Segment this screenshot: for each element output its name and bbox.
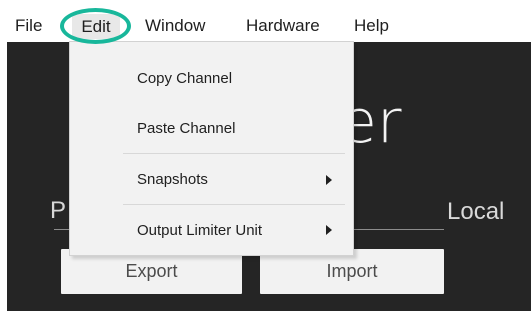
menu-separator [123,204,345,205]
menu-bar: File Edit Window Hardware Help [0,0,531,42]
menu-file[interactable]: File [15,15,42,37]
app-screen: File Edit Window Hardware Help er P Loca… [0,0,531,311]
menu-window[interactable]: Window [145,15,205,37]
paste-channel-menu-item[interactable]: Paste Channel [137,119,235,139]
chevron-right-icon [326,175,332,185]
menu-help[interactable]: Help [354,15,389,37]
copy-channel-menu-item[interactable]: Copy Channel [137,69,232,89]
menu-separator [123,153,345,154]
menu-hardware[interactable]: Hardware [246,15,320,37]
output-limiter-unit-menu-item[interactable]: Output Limiter Unit [137,221,262,241]
left-tab-fragment: P [50,197,67,224]
chevron-right-icon [326,225,332,235]
edit-dropdown-menu: Copy Channel Paste Channel Snapshots Out… [69,41,354,256]
local-tab[interactable]: Local [447,198,504,226]
menu-edit[interactable]: Edit [72,14,120,39]
snapshots-menu-item[interactable]: Snapshots [137,170,208,190]
